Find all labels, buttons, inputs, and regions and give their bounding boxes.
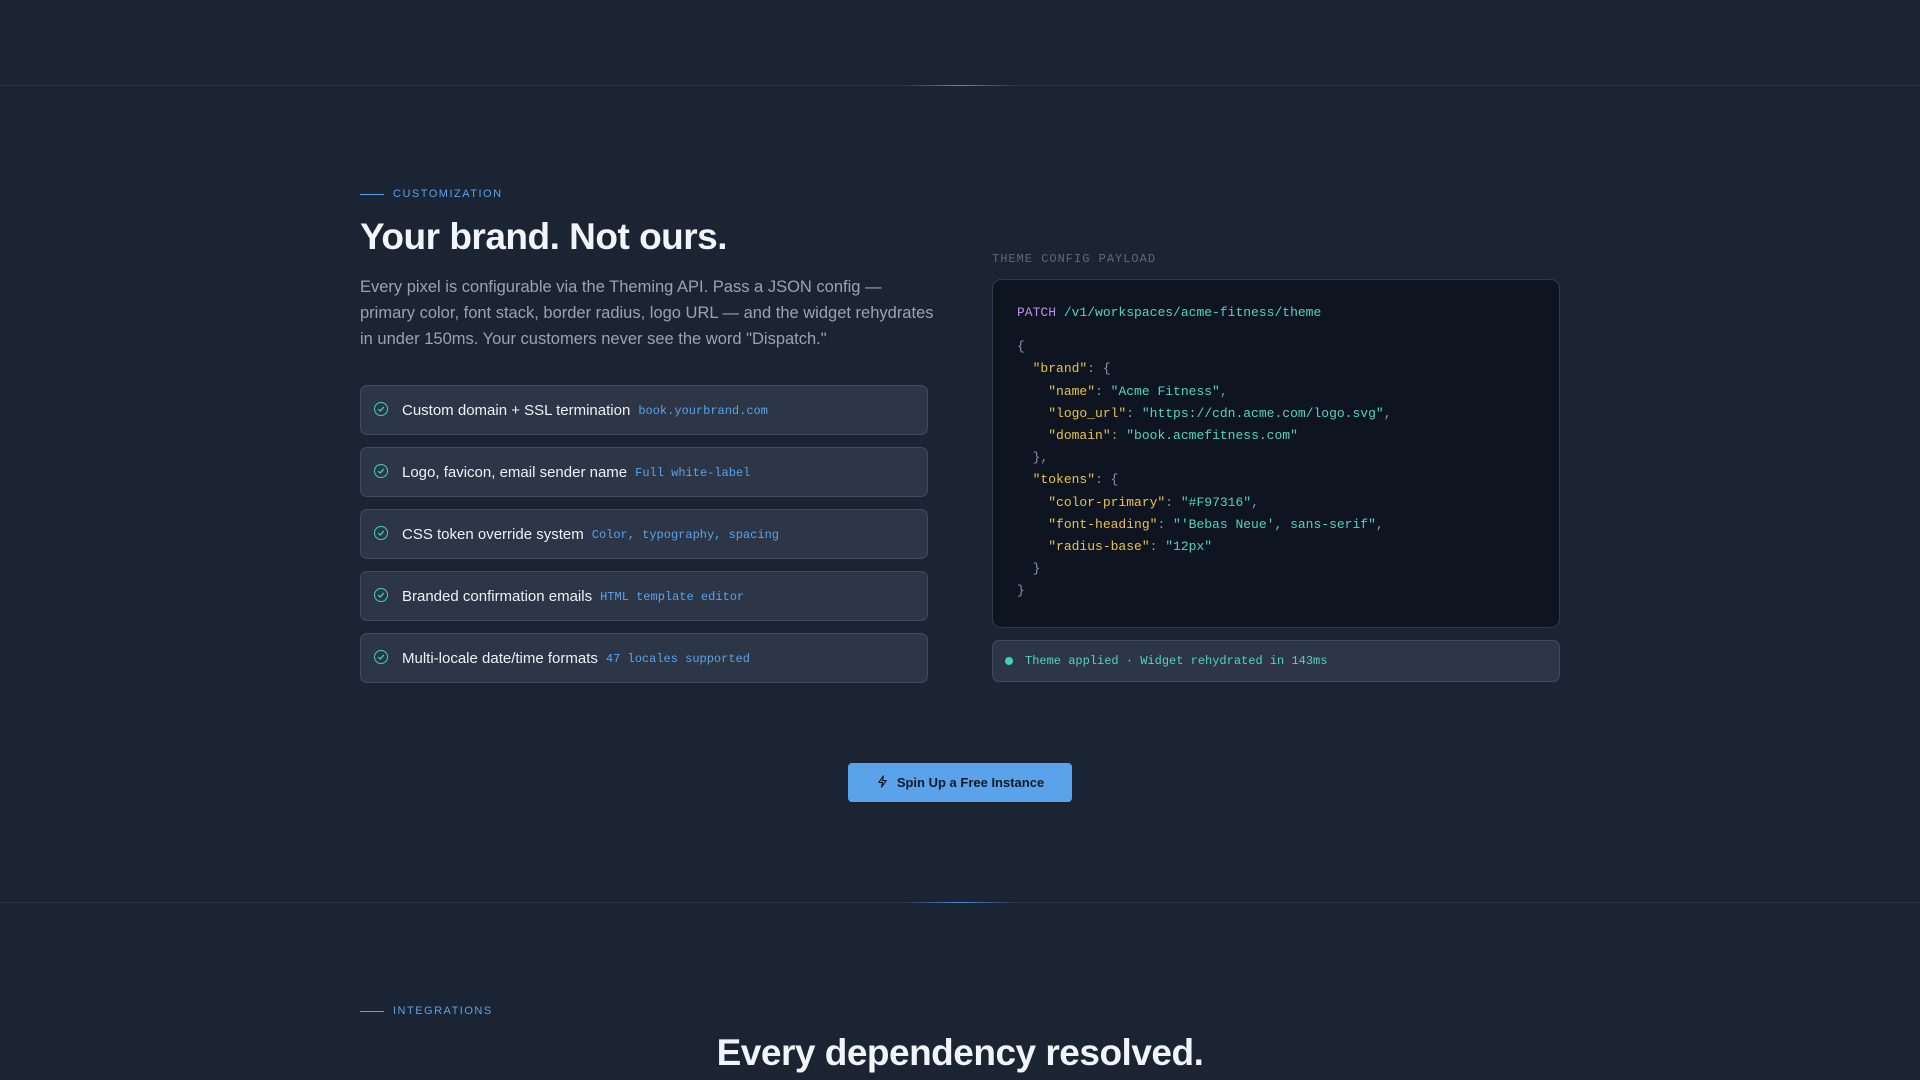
cta-label: Spin Up a Free Instance <box>896 775 1045 790</box>
code-block: PATCH /v1/workspaces/acme-fitness/theme {… <box>992 279 1560 628</box>
eyebrow-line <box>360 193 384 195</box>
section-description: Every pixel is configurable via the Them… <box>360 278 934 348</box>
feature-tag: book.yourbrand.com <box>638 404 768 418</box>
feature-tag: HTML template editor <box>600 590 745 604</box>
eyebrow-line <box>360 1010 384 1012</box>
endpoint-path: /v1/workspaces/acme-fitness/theme <box>1063 305 1322 320</box>
code-line: { <box>1017 339 1025 355</box>
feature-tag: 47 locales supported <box>605 652 750 666</box>
section-title: Your brand. Not ours. <box>360 216 728 257</box>
feature-label: Branded confirmation emails <box>402 587 593 605</box>
check-circle-icon <box>374 401 388 416</box>
code-line: "color-primary": "#F97316", <box>1048 494 1259 510</box>
feature-item: Custom domain + SSL termination book.you… <box>360 385 928 435</box>
code-line: "name": "Acme Fitness", <box>1048 383 1228 399</box>
check-circle-icon <box>374 587 388 602</box>
feature-label: Multi-locale date/time formats <box>402 649 598 667</box>
eyebrow-text: CUSTOMIZATION <box>393 188 503 200</box>
customization-eyebrow: CUSTOMIZATION <box>360 188 503 200</box>
code-line: "brand": { <box>1032 361 1111 377</box>
code-line: "tokens": { <box>1032 472 1119 488</box>
http-method: PATCH <box>1017 305 1057 320</box>
code-line: "logo_url": "https://cdn.acme.com/logo.s… <box>1048 405 1392 421</box>
lightning-icon <box>876 774 889 791</box>
feature-item: Multi-locale date/time formats 47 locale… <box>360 633 928 683</box>
check-circle-icon <box>374 463 388 478</box>
feature-tag: Color, typography, spacing <box>591 528 779 542</box>
code-line: }, <box>1032 450 1049 466</box>
eyebrow-text: INTEGRATIONS <box>393 1005 493 1017</box>
feature-label: Custom domain + SSL termination <box>402 401 631 419</box>
status-bar: Theme applied · Widget rehydrated in 143… <box>992 640 1560 682</box>
code-line: "domain": "book.acmefitness.com" <box>1048 428 1298 444</box>
feature-item: Branded confirmation emails HTML templat… <box>360 571 928 621</box>
feature-item: CSS token override system Color, typogra… <box>360 509 928 559</box>
feature-tag: Full white-label <box>635 466 751 480</box>
page: CUSTOMIZATION Your brand. Not ours. Ever… <box>0 0 1920 1080</box>
code-request-line: PATCH /v1/workspaces/acme-fitness/theme <box>1017 302 1535 324</box>
integrations-eyebrow: INTEGRATIONS <box>360 1005 493 1017</box>
code-line: "font-heading": "'Bebas Neue', sans-seri… <box>1048 516 1384 532</box>
code-line: } <box>1017 583 1025 599</box>
feature-label: Logo, favicon, email sender name <box>402 463 628 481</box>
section-divider-top <box>0 85 1920 86</box>
section-divider-mid <box>0 902 1920 903</box>
status-text: Theme applied · Widget rehydrated in 143… <box>1025 654 1328 668</box>
feature-list: Custom domain + SSL termination book.you… <box>360 385 928 695</box>
spin-up-instance-button[interactable]: Spin Up a Free Instance <box>848 763 1072 802</box>
divider-glow <box>905 85 1015 86</box>
status-dot-icon <box>1005 657 1013 665</box>
integrations-title: Every dependency resolved. <box>716 1032 1204 1073</box>
feature-label: CSS token override system <box>402 525 584 543</box>
code-caption: THEME CONFIG PAYLOAD <box>992 252 1157 266</box>
check-circle-icon <box>374 649 388 664</box>
feature-item: Logo, favicon, email sender name Full wh… <box>360 447 928 497</box>
divider-glow <box>905 902 1015 903</box>
code-line: } <box>1032 561 1041 577</box>
check-circle-icon <box>374 525 388 540</box>
code-line: "radius-base": "12px" <box>1048 539 1213 555</box>
